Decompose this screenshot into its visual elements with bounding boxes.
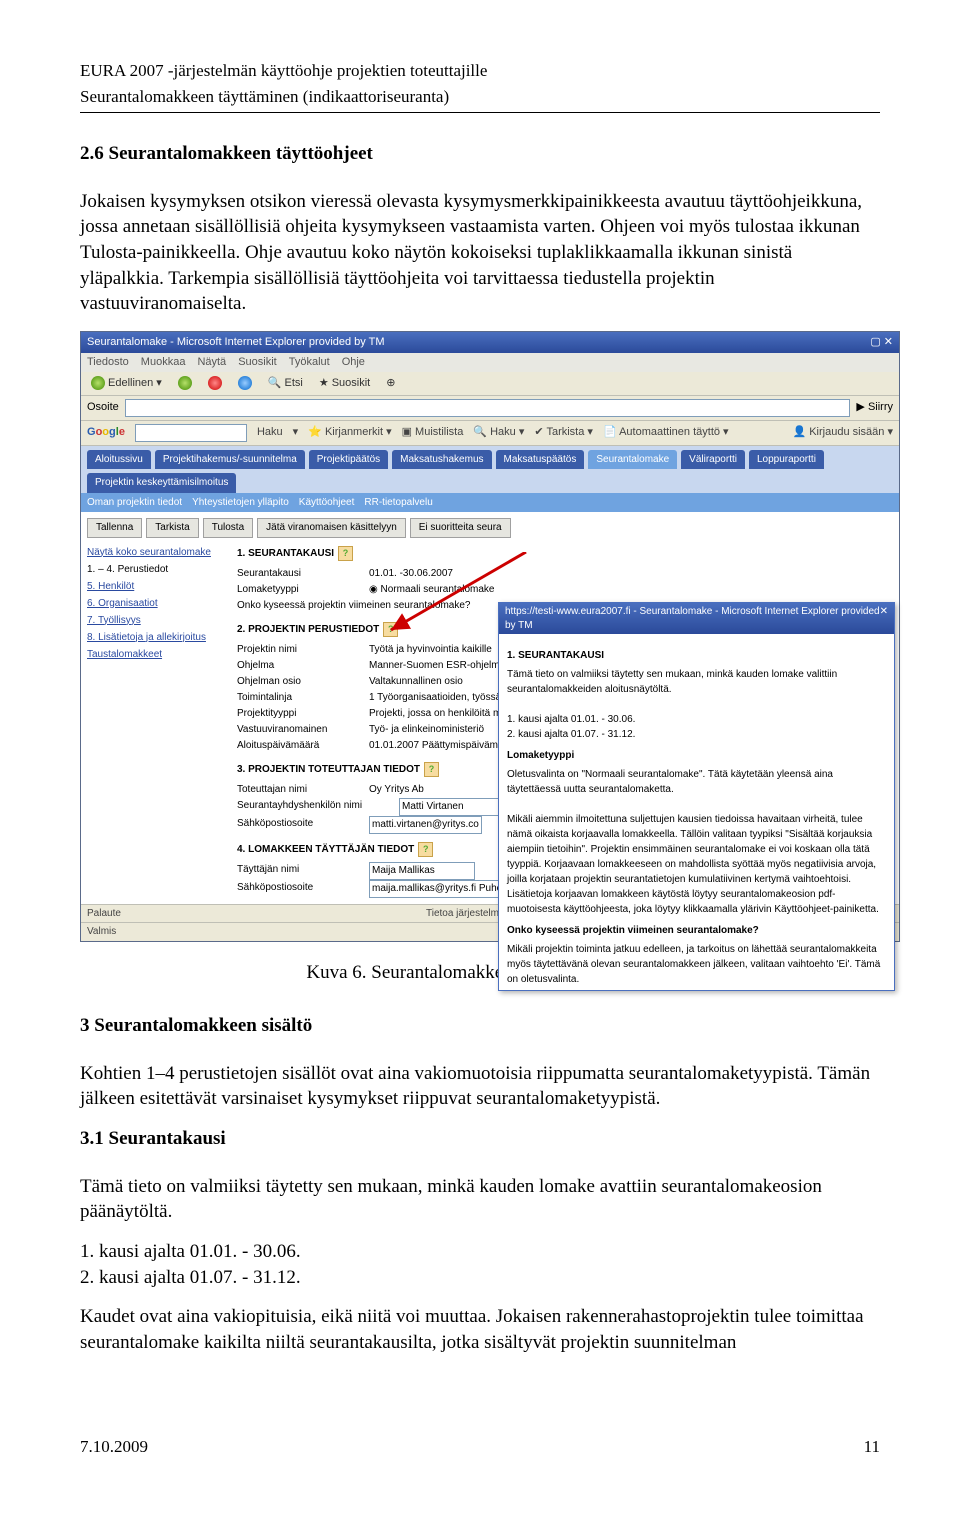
subtab-yhteystiedot[interactable]: Yhteystietojen ylläpito: [192, 496, 289, 510]
ie-toolbar[interactable]: Edellinen ▾ 🔍 Etsi ★ Suosikit ⊕: [81, 372, 899, 396]
back-button[interactable]: Edellinen ▾: [87, 375, 166, 392]
tab-maksatuspaatos[interactable]: Maksatuspäätös: [496, 450, 585, 470]
heading-3: 3 Seurantalomakkeen sisältö: [80, 1013, 880, 1039]
tab-projektihakemus[interactable]: Projektihakemus/-suunnitelma: [155, 450, 305, 470]
app-nav-subtabs[interactable]: Oman projektin tiedot Yhteystietojen yll…: [81, 493, 899, 513]
leftnav-group-header: 1. – 4. Perustiedot: [87, 561, 227, 578]
input-field[interactable]: Maija Mallikas: [369, 862, 475, 880]
leftnav-item[interactable]: Taustalomakkeet: [87, 646, 227, 663]
ie-address-bar[interactable]: Osoite ▶ Siirry: [81, 396, 899, 421]
ie-title-text: Seurantalomake - Microsoft Internet Expl…: [87, 335, 385, 350]
tab-valiraportti[interactable]: Väliraportti: [681, 450, 745, 470]
header-line-2: Seurantalomakkeen täyttäminen (indikaatt…: [80, 86, 880, 108]
heading-3-1: 3.1 Seurantakausi: [80, 1126, 880, 1152]
action-buttons: Tallenna Tarkista Tulosta Jätä viranomai…: [87, 518, 893, 538]
palaute-link[interactable]: Palaute: [87, 907, 121, 921]
ie-menu[interactable]: TiedostoMuokkaaNäytäSuosikitTyökalutOhje: [81, 353, 899, 372]
app-nav-tabs[interactable]: Aloitussivu Projektihakemus/-suunnitelma…: [81, 446, 899, 493]
stop-button[interactable]: [204, 375, 226, 391]
jata-kasittelyyn-button[interactable]: Jätä viranomaisen käsittelyyn: [257, 518, 406, 538]
search-button[interactable]: 🔍 Etsi: [264, 375, 307, 392]
tab-seurantalomake[interactable]: Seurantalomake: [588, 450, 677, 470]
paragraph-3-1a: Tämä tieto on valmiiksi täytetty sen muk…: [80, 1174, 880, 1225]
paragraph-3-intro: Kohtien 1–4 perustietojen sisällöt ovat …: [80, 1061, 880, 1112]
refresh-button[interactable]: [234, 375, 256, 391]
help-icon[interactable]: ?: [338, 546, 353, 561]
help-popup-window: https://testi-www.eura2007.fi - Seuranta…: [498, 602, 895, 991]
input-field[interactable]: matti.virtanen@yritys.co: [369, 816, 482, 834]
help-icon[interactable]: ?: [383, 622, 398, 637]
footer-page: 11: [864, 1436, 880, 1459]
tab-aloitussivu[interactable]: Aloitussivu: [87, 450, 151, 470]
subtab-rr-tietopalvelu[interactable]: RR-tietopalvelu: [364, 496, 432, 510]
tarkista-button[interactable]: Tarkista: [146, 518, 198, 538]
ei-suoritteita-button[interactable]: Ei suoritteita seura: [410, 518, 511, 538]
tab-projektipaatos[interactable]: Projektipäätös: [309, 450, 388, 470]
tallenna-button[interactable]: Tallenna: [87, 518, 142, 538]
paragraph-3-1d: Kaudet ovat aina vakiopituisia, eikä nii…: [80, 1304, 880, 1355]
google-signin[interactable]: 👤 Kirjaudu sisään ▾: [792, 425, 893, 440]
header-line-1: EURA 2007 -järjestelmän käyttöohje proje…: [80, 60, 880, 82]
popup-close-icon[interactable]: ✕: [880, 605, 888, 632]
leftnav-item[interactable]: 5. Henkilöt: [87, 578, 227, 595]
leftnav-item[interactable]: 7. Työllisyys: [87, 612, 227, 629]
paragraph-3-1c: 2. kausi ajalta 01.07. - 31.12.: [80, 1265, 880, 1291]
address-label: Osoite: [87, 400, 119, 415]
work-area: Tallenna Tarkista Tulosta Jätä viranomai…: [81, 512, 899, 904]
favorites-button[interactable]: ★ Suosikit: [315, 375, 374, 392]
footer-date: 7.10.2009: [80, 1436, 148, 1459]
help-icon[interactable]: ?: [418, 842, 433, 857]
google-toolbar[interactable]: Google Haku▾ ⭐ Kirjanmerkit ▾ ▣ Muistili…: [81, 421, 899, 446]
media-button[interactable]: ⊕: [382, 375, 399, 392]
tulosta-button[interactable]: Tulosta: [203, 518, 253, 538]
popup-body: 1. SEURANTAKAUSI Tämä tieto on valmiiksi…: [499, 634, 894, 990]
header-rule: [80, 112, 880, 113]
leftnav-item[interactable]: 6. Organisaatiot: [87, 595, 227, 612]
tab-keskeyttamisilmoitus[interactable]: Projektin keskeyttämisilmoitus: [87, 473, 236, 493]
tab-loppuraportti[interactable]: Loppuraportti: [749, 450, 824, 470]
tab-maksatushakemus[interactable]: Maksatushakemus: [392, 450, 491, 470]
leftnav-item[interactable]: 8. Lisätietoja ja allekirjoitus: [87, 629, 227, 646]
paragraph-3-1b: 1. kausi ajalta 01.01. - 30.06.: [80, 1239, 880, 1265]
left-nav: Näytä koko seurantalomake 1. – 4. Perust…: [87, 544, 227, 663]
ie-titlebar: Seurantalomake - Microsoft Internet Expl…: [81, 332, 899, 353]
heading-2-6: 2.6 Seurantalomakkeen täyttöohjeet: [80, 141, 880, 167]
paragraph-2-6: Jokaisen kysymyksen otsikon vieressä ole…: [80, 189, 880, 317]
input-field[interactable]: Matti Virtanen: [399, 798, 505, 816]
popup-titlebar: https://testi-www.eura2007.fi - Seuranta…: [499, 603, 894, 634]
screenshot-figure: Seurantalomake - Microsoft Internet Expl…: [80, 331, 900, 942]
address-input[interactable]: [125, 399, 851, 417]
go-button[interactable]: ▶ Siirry: [856, 400, 893, 415]
help-icon[interactable]: ?: [424, 762, 439, 777]
window-controls[interactable]: ▢ ✕: [870, 335, 893, 350]
page-footer: 7.10.2009 11: [80, 1436, 880, 1459]
subtab-kayttoohjeet[interactable]: Käyttöohjeet: [299, 496, 355, 510]
forward-button[interactable]: [174, 375, 196, 391]
subtab-oman-projektin[interactable]: Oman projektin tiedot: [87, 496, 182, 510]
google-logo: Google: [87, 425, 125, 440]
google-search-input[interactable]: [135, 424, 247, 442]
leftnav-show-all[interactable]: Näytä koko seurantalomake: [87, 544, 227, 561]
